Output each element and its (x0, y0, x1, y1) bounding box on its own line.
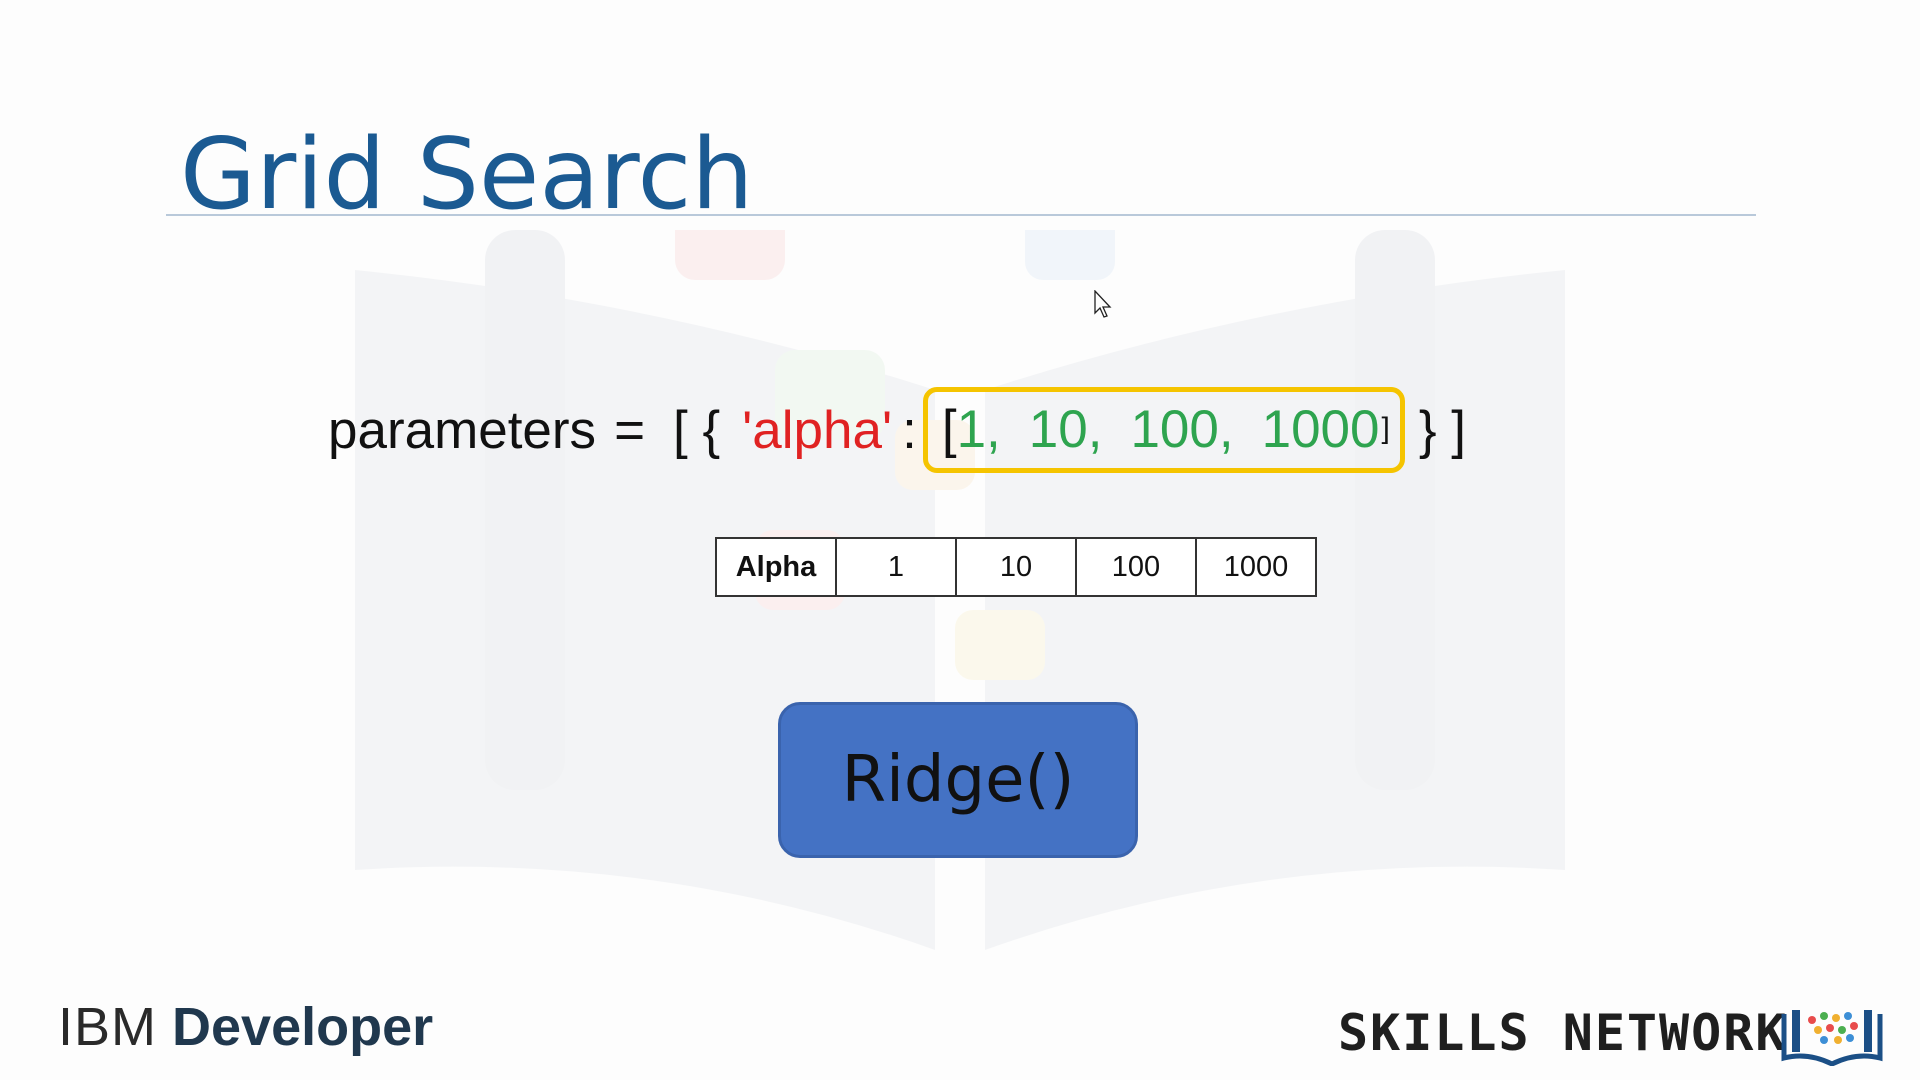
developer-logo-text: Developer (172, 997, 434, 1057)
table-header-cell: Alpha (715, 537, 837, 597)
mouse-pointer-icon (1094, 290, 1112, 318)
colon: : (902, 400, 917, 460)
table-cell: 10 (955, 537, 1077, 597)
parameters-code-line: parameters = [ { 'alpha' : [ 1, 10, 100,… (328, 380, 1466, 480)
list-open-bracket: [ (941, 399, 957, 459)
ibm-developer-logo: IBM Developer (58, 996, 433, 1058)
book-dots-icon (1781, 1010, 1883, 1066)
parameters-variable: parameters (328, 400, 597, 460)
list-close-bracket: ] (1381, 412, 1390, 445)
skills-network-logo: SKILLS NETWORK (1338, 1004, 1788, 1062)
table-cell: 100 (1075, 537, 1197, 597)
alpha-values-highlight: [ 1, 10, 100, 1000 ] (922, 387, 1405, 473)
ridge-button-label: Ridge() (841, 743, 1075, 817)
table-cell: 1000 (1195, 537, 1317, 597)
table-row: Alpha 1 10 100 1000 (715, 537, 1317, 597)
alpha-grid-table: Alpha 1 10 100 1000 (715, 537, 1317, 597)
open-brackets: [ { (673, 400, 721, 460)
ibm-logo-text: IBM (58, 997, 158, 1057)
close-brackets: } ] (1418, 400, 1467, 460)
alpha-key-string: 'alpha' (742, 400, 893, 460)
ridge-model-button[interactable]: Ridge() (778, 702, 1138, 858)
title-divider (166, 214, 1756, 216)
slide: Grid Search parameters = [ { 'alpha' : [… (0, 0, 1920, 1080)
alpha-value: 100, (1130, 399, 1234, 459)
equals-sign: = (614, 400, 646, 460)
alpha-value: 10, (1028, 399, 1103, 459)
table-cell: 1 (835, 537, 957, 597)
alpha-value: 1, (956, 399, 1001, 459)
alpha-value: 1000 (1261, 399, 1380, 459)
